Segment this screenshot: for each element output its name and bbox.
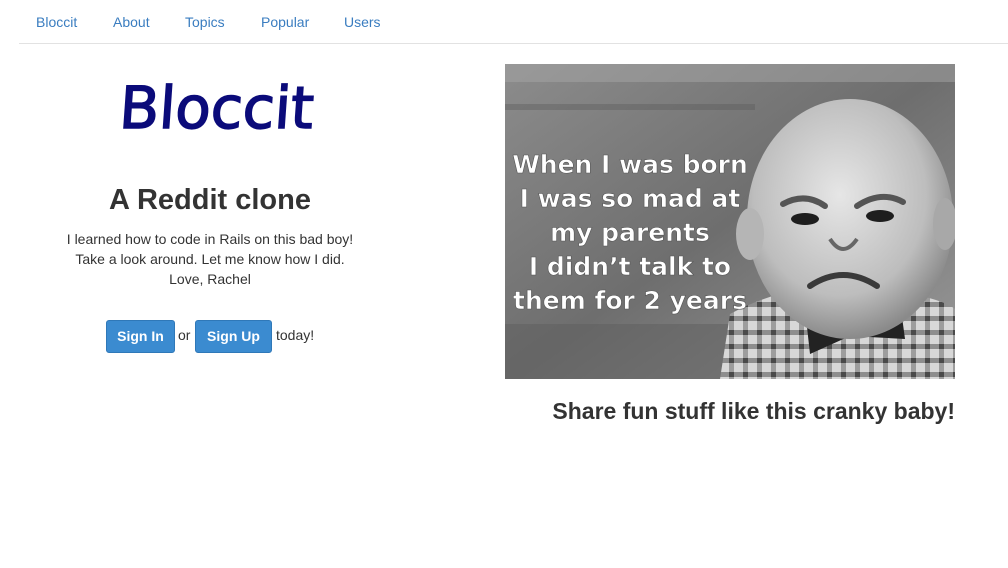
meme-caption: Share fun stuff like this cranky baby! (552, 398, 955, 424)
intro-signature: Love, Rachel (169, 271, 251, 287)
logo-text: Bloccit (120, 74, 316, 142)
meme-line-5: them for 2 years (513, 286, 747, 315)
nav-link-about[interactable]: About (113, 14, 150, 30)
intro-line-2: Take a look around. Let me know how I di… (75, 251, 345, 267)
or-text: or (178, 327, 191, 343)
top-navbar: Bloccit About Topics Popular Users (19, 0, 1008, 44)
bloccit-logo: Bloccit (120, 60, 320, 144)
meme-line-2: I was so mad at (520, 184, 741, 213)
nav-link-users[interactable]: Users (344, 14, 381, 30)
cranky-baby-meme-image: When I was born I was so mad at my paren… (505, 64, 955, 379)
nav-link-popular[interactable]: Popular (261, 14, 309, 30)
page-title: A Reddit clone (109, 184, 311, 216)
meme-line-3: my parents (550, 218, 710, 247)
meme-line-4: I didn’t talk to (529, 252, 731, 281)
nav-brand-link[interactable]: Bloccit (36, 14, 77, 30)
intro-line-1: I learned how to code in Rails on this b… (66, 231, 354, 247)
today-text: today! (276, 327, 315, 343)
meme-line-1: When I was born (512, 150, 748, 179)
nav-link-topics[interactable]: Topics (185, 14, 225, 30)
sign-up-button[interactable]: Sign Up (195, 320, 272, 353)
sign-in-button[interactable]: Sign In (106, 320, 175, 353)
